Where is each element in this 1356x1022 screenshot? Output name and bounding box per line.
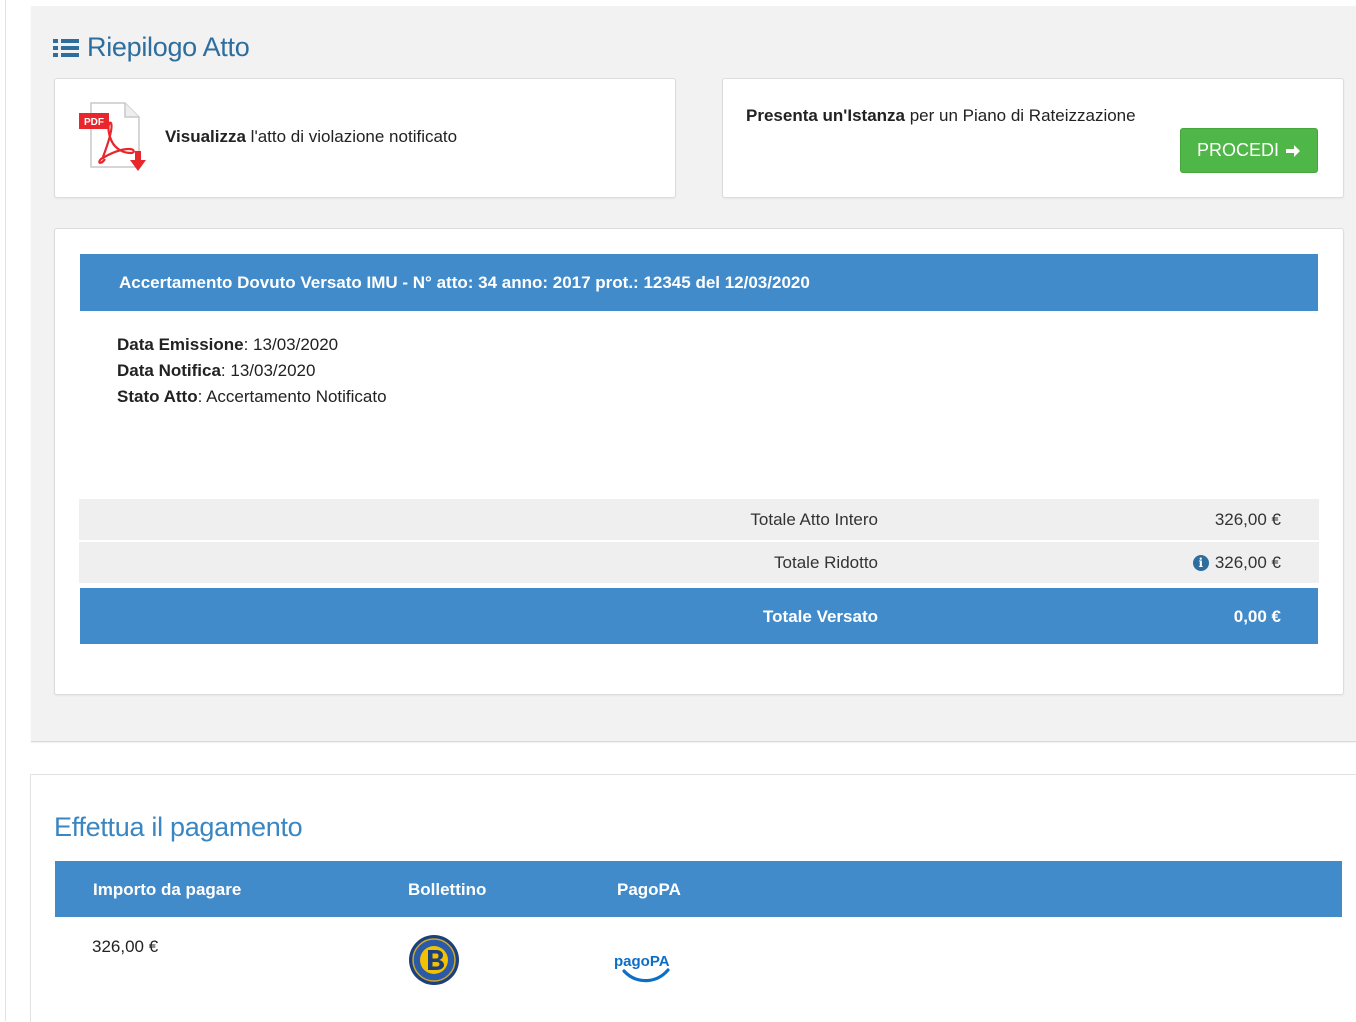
- svg-text:PDF: PDF: [84, 117, 104, 128]
- info-icon[interactable]: i: [1192, 555, 1209, 571]
- detail-label: Data Emissione: [117, 335, 244, 354]
- istanza-text: Presenta un'Istanza per un Piano di Rate…: [746, 106, 1136, 126]
- procedi-button-label: PROCEDI: [1196, 140, 1279, 160]
- payment-title: Effettua il pagamento: [54, 812, 303, 842]
- detail-value: : Accertamento Notificato: [197, 387, 387, 406]
- list-icon: [53, 39, 79, 57]
- page-left-border: [5, 0, 6, 1021]
- page-title-text: Riepilogo Atto: [87, 31, 250, 62]
- total-amount: 326,00 €: [1214, 510, 1281, 529]
- detail-value: : 13/03/2020: [220, 361, 316, 380]
- total-value: 326,00 €: [1215, 510, 1281, 530]
- payment-table-header: Importo da pagare Bollettino PagoPA: [55, 861, 1342, 917]
- detail-stato-atto: Stato Atto: Accertamento Notificato: [117, 384, 387, 410]
- atto-details: Data Emissione: 13/03/2020 Data Notifica…: [117, 332, 387, 410]
- total-label: Totale Atto Intero: [750, 510, 878, 529]
- total-label: Totale Versato: [763, 607, 878, 626]
- istanza-card: Presenta un'Istanza per un Piano di Rate…: [722, 78, 1344, 198]
- istanza-bold: Presenta un'Istanza: [746, 106, 905, 125]
- pagopa-logo-icon[interactable]: pagoPA: [612, 946, 672, 986]
- arrow-right-icon: [1286, 144, 1300, 157]
- pdf-download-icon[interactable]: PDF: [77, 101, 155, 177]
- pdf-link-text[interactable]: Visualizza l'atto di violazione notifica…: [165, 127, 457, 147]
- total-amount: 0,00 €: [1233, 607, 1281, 626]
- pdf-card[interactable]: PDF Visualizza l'atto di violazione noti…: [54, 78, 676, 198]
- totale-atto-intero-row: Totale Atto Intero 326,00 €: [79, 499, 1319, 540]
- page-title: Riepilogo Atto: [53, 30, 250, 64]
- detail-label: Stato Atto: [117, 387, 198, 406]
- total-value: 0,00 €: [1234, 607, 1281, 627]
- payment-amount: 326,00 €: [92, 937, 159, 956]
- detail-data-emissione: Data Emissione: 13/03/2020: [117, 332, 387, 358]
- column-header-bollettino: Bollettino: [408, 880, 487, 899]
- pdf-link-bold[interactable]: Visualizza: [165, 127, 246, 146]
- total-amount: 326,00 €: [1214, 553, 1281, 572]
- procedi-button[interactable]: PROCEDI: [1180, 128, 1318, 173]
- detail-value: : 13/03/2020: [243, 335, 339, 354]
- total-value: i 326,00 €: [1192, 553, 1281, 573]
- pdf-link-rest: l'atto di violazione notificato: [245, 127, 458, 146]
- totale-ridotto-row: Totale Ridotto i 326,00 €: [79, 542, 1319, 583]
- column-header-importo: Importo da pagare: [93, 880, 242, 899]
- totale-versato-row: Totale Versato 0,00 €: [80, 588, 1318, 644]
- total-label: Totale Ridotto: [774, 553, 878, 572]
- atto-card: Accertamento Dovuto Versato IMU - N° att…: [54, 228, 1344, 695]
- atto-header: Accertamento Dovuto Versato IMU - N° att…: [80, 254, 1318, 311]
- svg-text:pagoPA: pagoPA: [614, 953, 670, 970]
- bollettino-logo-icon[interactable]: [408, 934, 460, 986]
- istanza-rest: per un Piano di Rateizzazione: [905, 106, 1136, 125]
- detail-label: Data Notifica: [117, 361, 221, 380]
- column-header-pagopa: PagoPA: [617, 880, 681, 899]
- detail-data-notifica: Data Notifica: 13/03/2020: [117, 358, 387, 384]
